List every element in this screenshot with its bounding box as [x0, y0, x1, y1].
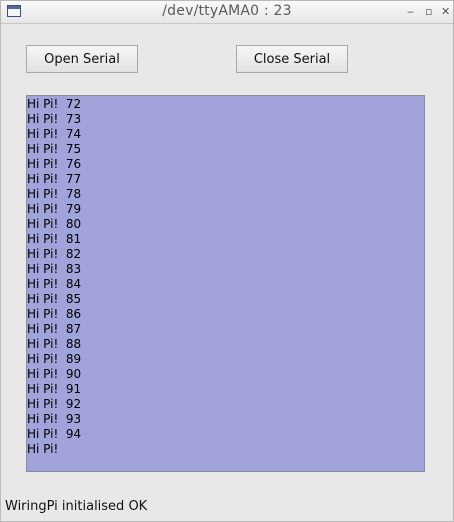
terminal-line: Hi Pi! 81 [27, 232, 82, 246]
terminal-line: Hi Pi! 73 [27, 112, 82, 126]
terminal-line: Hi Pi! 91 [27, 382, 82, 396]
terminal-line: Hi Pi! 89 [27, 352, 82, 366]
status-text: WiringPi initialised OK [5, 499, 148, 514]
terminal-line: Hi Pi! 88 [27, 337, 82, 351]
window-title: /dev/ttyAMA0 : 23 [162, 3, 292, 19]
app-window: /dev/ttyAMA0 : 23 ‒ ▫ ✕ Open Serial Clos… [0, 0, 454, 522]
terminal-line: Hi Pi! 85 [27, 292, 82, 306]
close-serial-button[interactable]: Close Serial [236, 45, 348, 73]
terminal-line: Hi Pi! [27, 442, 59, 456]
terminal-line: Hi Pi! 74 [27, 127, 82, 141]
maximize-icon[interactable]: ▫ [425, 3, 432, 21]
serial-output-textarea[interactable]: Hi Pi! 72 Hi Pi! 73 Hi Pi! 74 Hi Pi! 75 Hi P… [26, 95, 425, 472]
terminal-line: Hi Pi! 93 [27, 412, 82, 426]
open-serial-button[interactable]: Open Serial [26, 45, 138, 73]
terminal-line: Hi Pi! 92 [27, 397, 82, 411]
terminal-line: Hi Pi! 84 [27, 277, 82, 291]
terminal-line: Hi Pi! 75 [27, 142, 82, 156]
terminal-line: Hi Pi! 86 [27, 307, 82, 321]
terminal-line: Hi Pi! 87 [27, 322, 82, 336]
terminal-line: Hi Pi! 82 [27, 247, 82, 261]
terminal-line: Hi Pi! 76 [27, 157, 82, 171]
terminal-line: Hi Pi! 79 [27, 202, 82, 216]
terminal-line: Hi Pi! 94 [27, 427, 82, 441]
terminal-line: Hi Pi! 78 [27, 187, 82, 201]
close-icon[interactable]: ✕ [441, 3, 450, 21]
terminal-line: Hi Pi! 77 [27, 172, 82, 186]
title-bar[interactable]: /dev/ttyAMA0 : 23 ‒ ▫ ✕ [1, 1, 453, 24]
terminal-line: Hi Pi! 90 [27, 367, 82, 381]
terminal-line: Hi Pi! 83 [27, 262, 82, 276]
minimize-icon[interactable]: ‒ [407, 3, 414, 21]
terminal-line: Hi Pi! 72 [27, 97, 82, 111]
terminal-line: Hi Pi! 80 [27, 217, 82, 231]
